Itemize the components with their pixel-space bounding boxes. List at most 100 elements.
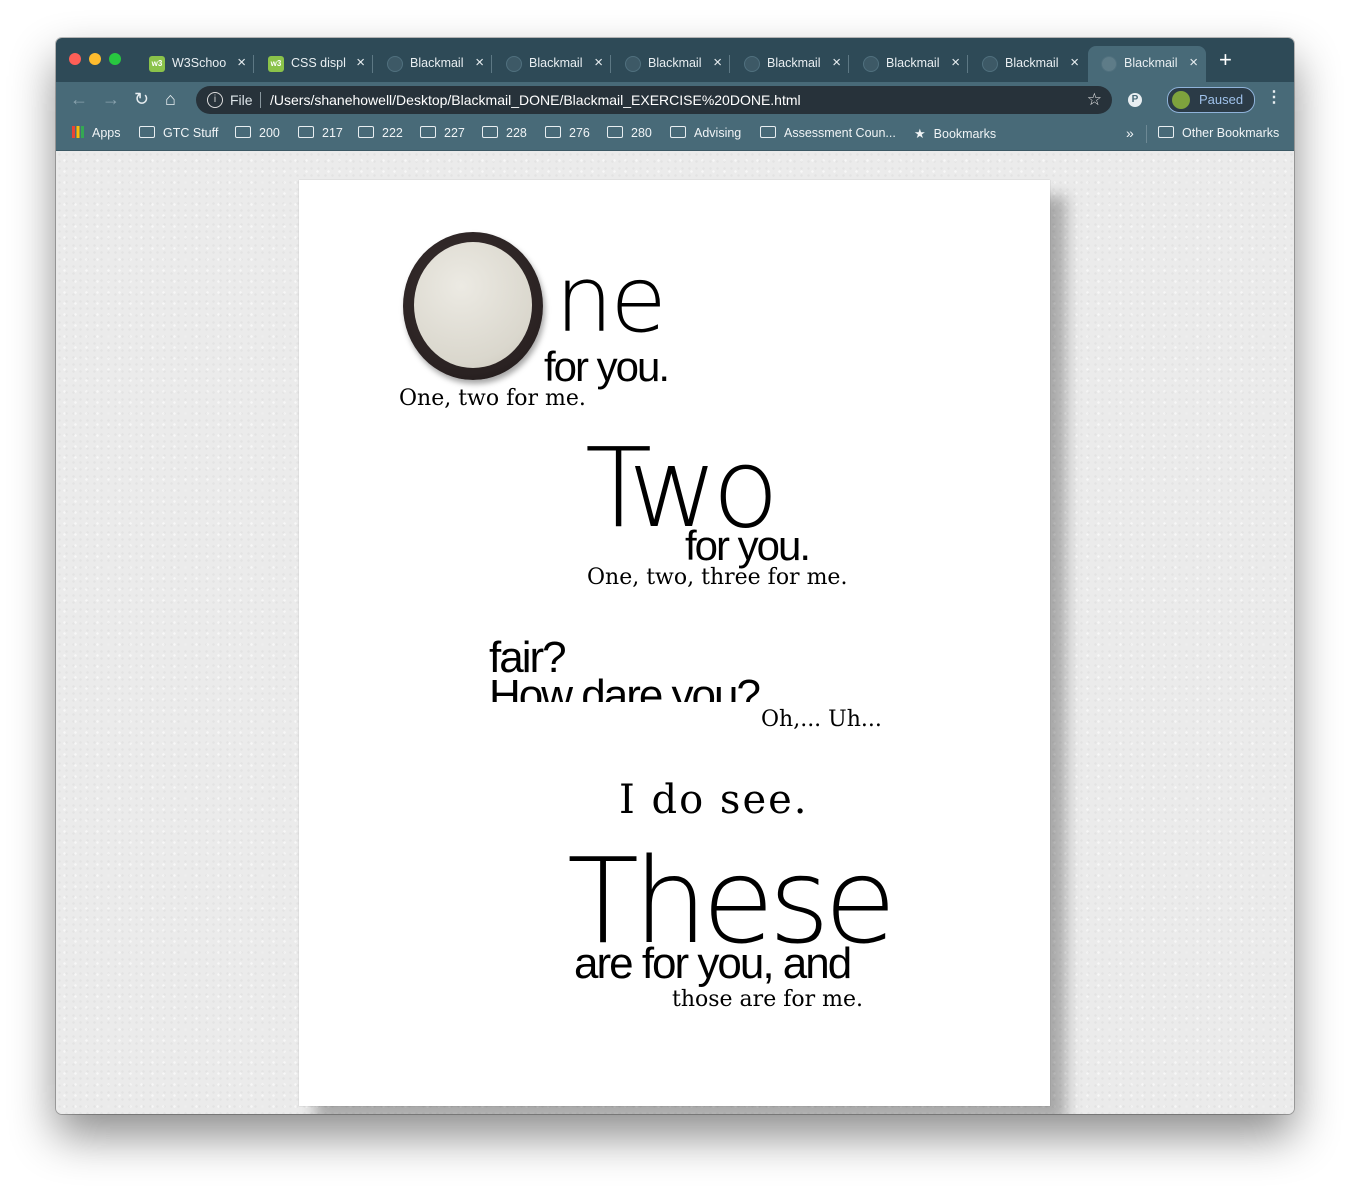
tab-close-icon[interactable]: ×: [594, 54, 603, 71]
forward-arrow-icon[interactable]: →: [102, 89, 120, 109]
dare-clip: How dare you?: [489, 674, 889, 702]
bookmarks-bar: Apps GTC Stuff 200 217 222 227 228 276 2…: [56, 118, 1294, 151]
back-arrow-icon[interactable]: ←: [70, 89, 88, 109]
bookmark-folder[interactable]: 200: [235, 126, 280, 140]
tab-title: W3Schoo: [172, 56, 227, 70]
bookmark-folder[interactable]: 222: [358, 126, 403, 140]
tab-close-icon[interactable]: ×: [237, 54, 246, 71]
tab-blackmail[interactable]: Blackmail ×: [493, 46, 611, 82]
bookmark-label: 200: [259, 126, 280, 140]
url-text[interactable]: /Users/shanehowell/Desktop/Blackmail_DON…: [270, 92, 801, 108]
globe-icon: [506, 56, 522, 72]
tab-separator: [729, 55, 730, 73]
new-tab-button[interactable]: +: [1219, 49, 1232, 71]
tab-blackmail[interactable]: Blackmail ×: [374, 46, 492, 82]
bookmark-star-icon[interactable]: ☆: [1087, 90, 1102, 110]
dare-text: How dare you?: [489, 674, 761, 702]
folder-icon: [139, 126, 155, 138]
address-bar[interactable]: i File /Users/shanehowell/Desktop/Blackm…: [196, 86, 1112, 114]
tab-close-icon[interactable]: ×: [951, 54, 960, 71]
bookmark-folder[interactable]: 217: [298, 126, 343, 140]
tab-css-display[interactable]: w3 CSS displ ×: [255, 46, 373, 82]
tab-blackmail[interactable]: Blackmail ×: [612, 46, 730, 82]
tab-separator: [610, 55, 611, 73]
tab-blackmail[interactable]: Blackmail ×: [969, 46, 1087, 82]
folder-icon: [482, 126, 498, 138]
folder-icon: [298, 126, 314, 138]
bookmark-label: 276: [569, 126, 590, 140]
bookmark-star[interactable]: ★ Bookmarks: [914, 126, 996, 142]
tab-title: Blackmail: [1005, 56, 1059, 70]
tab-separator: [848, 55, 849, 73]
minimize-window-button[interactable]: [89, 53, 101, 65]
star-icon: ★: [914, 126, 926, 141]
tab-close-icon[interactable]: ×: [713, 54, 722, 71]
tab-title: Blackmail: [767, 56, 821, 70]
bookmark-folder[interactable]: 228: [482, 126, 527, 140]
tab-title: Blackmail: [410, 56, 464, 70]
omnibox-divider: [260, 92, 261, 108]
pinterest-extension-icon[interactable]: P: [1128, 93, 1142, 107]
bookmark-folder[interactable]: Assessment Coun...: [760, 126, 896, 140]
tab-separator: [253, 55, 254, 73]
home-icon[interactable]: ⌂: [165, 89, 176, 109]
browser-window: w3 W3Schoo × w3 CSS displ × Blackmail × …: [56, 38, 1294, 1114]
tab-close-icon[interactable]: ×: [1189, 54, 1198, 71]
bookmark-folder[interactable]: 227: [420, 126, 465, 140]
two-sub: for you.: [685, 522, 811, 569]
site-info-icon[interactable]: i: [207, 92, 223, 108]
bookmark-label: Apps: [92, 126, 121, 140]
url-scheme: File: [230, 92, 253, 108]
bookmark-folder[interactable]: GTC Stuff: [139, 126, 218, 140]
tab-close-icon[interactable]: ×: [356, 54, 365, 71]
bookmarks-overflow-button[interactable]: »: [1126, 125, 1134, 141]
tab-close-icon[interactable]: ×: [832, 54, 841, 71]
these-small: those are for me.: [672, 987, 863, 1012]
w3schools-icon: w3: [149, 56, 165, 72]
maximize-window-button[interactable]: [109, 53, 121, 65]
tab-blackmail[interactable]: Blackmail ×: [731, 46, 849, 82]
tab-separator: [372, 55, 373, 73]
one-small: One, two for me.: [399, 386, 586, 411]
globe-icon: [863, 56, 879, 72]
bookmark-label: Bookmarks: [933, 127, 997, 141]
tab-w3schools[interactable]: w3 W3Schoo ×: [136, 46, 254, 82]
tab-title: Blackmail: [886, 56, 940, 70]
bookmark-label: 280: [631, 126, 652, 140]
bookmark-label: Other Bookmarks: [1182, 126, 1280, 140]
reload-icon[interactable]: ↻: [134, 89, 149, 109]
other-bookmarks[interactable]: Other Bookmarks: [1158, 126, 1279, 140]
globe-icon: [387, 56, 403, 72]
page-viewport: ne for you. One, two for me. Two for you…: [56, 151, 1294, 1114]
bookmark-label: 228: [506, 126, 527, 140]
tab-separator: [967, 55, 968, 73]
bookmark-label: 217: [322, 126, 343, 140]
tab-close-icon[interactable]: ×: [1070, 54, 1079, 71]
close-window-button[interactable]: [69, 53, 81, 65]
bookmark-label: 222: [382, 126, 403, 140]
globe-icon: [1101, 56, 1117, 72]
bookmark-folder[interactable]: 276: [545, 126, 590, 140]
bookmarks-separator: [1146, 125, 1147, 143]
bookmark-label: GTC Stuff: [163, 126, 219, 140]
bookmark-folder[interactable]: 280: [607, 126, 652, 140]
tab-blackmail[interactable]: Blackmail ×: [850, 46, 968, 82]
bookmark-folder[interactable]: Advising: [670, 126, 741, 140]
cookie-cream: [414, 242, 532, 368]
oreo-cookie-image: [403, 232, 543, 380]
kebab-menu-icon[interactable]: ⋮: [1266, 90, 1282, 106]
folder-icon: [358, 126, 374, 138]
tab-close-icon[interactable]: ×: [475, 54, 484, 71]
globe-icon: [625, 56, 641, 72]
tab-title: Blackmail: [648, 56, 702, 70]
folder-icon: [545, 126, 561, 138]
w3schools-icon: w3: [268, 56, 284, 72]
profile-button[interactable]: Paused: [1167, 87, 1255, 113]
globe-icon: [982, 56, 998, 72]
tab-blackmail-active[interactable]: Blackmail ×: [1088, 46, 1206, 82]
folder-icon: [1158, 126, 1174, 138]
bookmark-label: Assessment Coun...: [784, 126, 896, 140]
bookmark-apps[interactable]: Apps: [72, 126, 121, 140]
two-small: One, two, three for me.: [587, 565, 848, 590]
toolbar: ← → ↻ ⌂ i File /Users/shanehowell/Deskto…: [56, 82, 1294, 118]
